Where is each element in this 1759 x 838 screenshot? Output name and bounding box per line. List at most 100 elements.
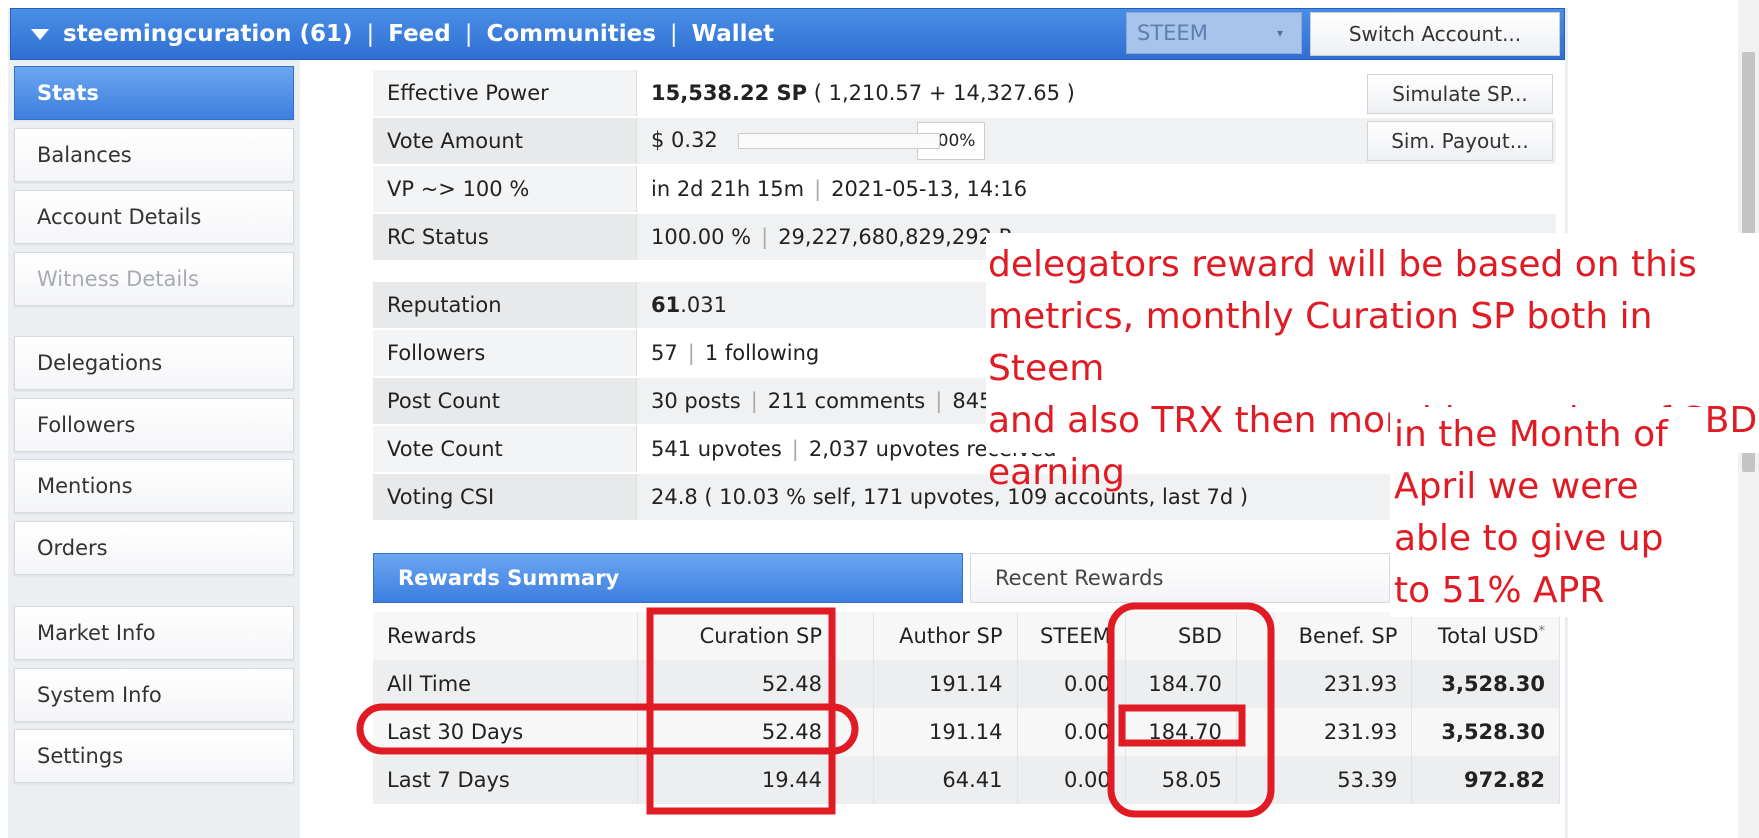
value-separator: | <box>687 341 695 365</box>
stat-value: 61.031 <box>637 293 727 317</box>
chevron-down-icon: ▾ <box>1276 26 1283 40</box>
cell-benef-sp: 53.39 <box>1273 756 1413 804</box>
vp-date: 2021-05-13, 14:16 <box>831 177 1028 201</box>
row-label: Last 30 Days <box>373 708 638 756</box>
stat-label: VP ~> 100 % <box>373 166 637 212</box>
sidebar-item-market-info[interactable]: Market Info <box>14 606 294 660</box>
annotation-line: able to give up <box>1394 518 1664 559</box>
col-curation-sp: Curation SP <box>637 612 837 660</box>
col-steem: STEEM <box>1017 612 1126 660</box>
nav-separator: | <box>464 21 473 47</box>
stat-label: Post Count <box>373 378 637 424</box>
cell-spacer <box>836 708 874 756</box>
sidebar-item-stats[interactable]: Stats <box>14 66 294 120</box>
sidebar-item-mentions[interactable]: Mentions <box>14 459 294 513</box>
chain-select-value: STEEM <box>1137 21 1208 45</box>
sidebar-item-orders[interactable]: Orders <box>14 521 294 575</box>
sidebar-item-balances[interactable]: Balances <box>14 128 294 182</box>
tab-recent-rewards[interactable]: Recent Rewards <box>970 553 1390 603</box>
cell-author-sp: 64.41 <box>873 756 1018 804</box>
cell-spacer <box>836 756 874 804</box>
col-total-usd: Total USD* <box>1411 612 1560 660</box>
cell-benef-sp: 231.93 <box>1273 660 1413 708</box>
cell-total-usd: 972.82 <box>1411 756 1560 804</box>
sidebar-item-settings[interactable]: Settings <box>14 729 294 783</box>
cell-benef-sp: 231.93 <box>1273 708 1413 756</box>
stat-row-vp: VP ~> 100 % in 2d 21h 15m | 2021-05-13, 14… <box>373 166 1556 212</box>
cell-curation-sp: 19.44 <box>637 756 837 804</box>
nav-separator: | <box>669 21 678 47</box>
sidebar-item-delegations[interactable]: Delegations <box>14 336 294 390</box>
following-count: 1 following <box>704 341 820 365</box>
row-label: Last 7 Days <box>373 756 638 804</box>
row-label: All Time <box>373 660 638 708</box>
nav-separator: | <box>366 21 375 47</box>
chain-select[interactable]: STEEM ▾ <box>1126 12 1302 54</box>
col-total-usd-label: Total USD <box>1437 624 1539 648</box>
value-separator: | <box>750 389 758 413</box>
sidebar-item-followers[interactable]: Followers <box>14 398 294 452</box>
cell-sbd: 184.70 <box>1125 708 1237 756</box>
col-sbd: SBD <box>1125 612 1237 660</box>
vote-weight-slider[interactable] <box>738 133 941 149</box>
account-name-link[interactable]: steemingcuration (61) <box>63 21 353 47</box>
cell-spacer <box>836 660 874 708</box>
sim-payout-button[interactable]: Sim. Payout... <box>1367 121 1553 161</box>
tab-rewards-summary[interactable]: Rewards Summary <box>373 553 963 603</box>
footnote-marker: * <box>1538 624 1546 639</box>
rc-amount: 29,227,680,829,292 R <box>778 225 1014 249</box>
collapse-triangle-icon[interactable] <box>31 28 49 40</box>
stat-value: in 2d 21h 15m | 2021-05-13, 14:16 <box>637 177 1027 201</box>
nav-communities-link[interactable]: Communities <box>487 21 656 47</box>
col-spacer <box>1236 612 1274 660</box>
cell-author-sp: 191.14 <box>873 660 1018 708</box>
cell-steem: 0.00 <box>1017 756 1126 804</box>
cell-spacer <box>1236 660 1274 708</box>
stat-value: 30 posts | 211 comments | 845 <box>637 389 992 413</box>
upvotes-given: 541 upvotes <box>651 437 782 461</box>
stat-label: Vote Amount <box>373 118 637 164</box>
sidebar-item-account-details[interactable]: Account Details <box>14 190 294 244</box>
value-separator: | <box>761 225 769 249</box>
stat-value: 100.00 % | 29,227,680,829,292 R <box>637 225 1013 249</box>
value-separator: | <box>935 389 943 413</box>
nav-feed-link[interactable]: Feed <box>388 21 450 47</box>
annotation-line: April we were <box>1394 466 1639 507</box>
col-author-sp: Author SP <box>873 612 1018 660</box>
top-nav-bar: steemingcuration (61) | Feed | Communiti… <box>10 8 1565 60</box>
switch-account-button[interactable]: Switch Account... <box>1310 12 1560 56</box>
cell-sbd: 58.05 <box>1125 756 1237 804</box>
annotation-line: to 51% APR <box>1394 570 1605 611</box>
table-row: Last 30 Days 52.48 191.14 0.00 184.70 23… <box>373 708 1560 756</box>
cell-spacer <box>1236 708 1274 756</box>
cell-author-sp: 191.14 <box>873 708 1018 756</box>
vote-amount-value: $ 0.32 <box>651 128 718 152</box>
table-row: Last 7 Days 19.44 64.41 0.00 58.05 53.39… <box>373 756 1560 804</box>
followers-count: 57 <box>651 341 678 365</box>
col-spacer <box>836 612 874 660</box>
simulate-sp-button[interactable]: Simulate SP... <box>1367 74 1553 114</box>
stat-value: 57 | 1 following <box>637 341 819 365</box>
effective-power-detail: ( 1,210.57 + 14,327.65 ) <box>813 81 1075 105</box>
effective-power-value: 15,538.22 SP <box>651 81 808 105</box>
stat-label: Effective Power <box>373 70 637 116</box>
stat-label: Reputation <box>373 282 637 328</box>
table-row: All Time 52.48 191.14 0.00 184.70 231.93… <box>373 660 1560 708</box>
cell-spacer <box>1236 756 1274 804</box>
sidebar-item-system-info[interactable]: System Info <box>14 668 294 722</box>
rewards-table: Rewards Curation SP Author SP STEEM SBD … <box>373 612 1560 804</box>
value-separator: | <box>814 177 822 201</box>
comments-count: 211 comments <box>767 389 926 413</box>
reputation-whole: 61 <box>651 293 681 317</box>
cell-total-usd: 3,528.30 <box>1411 660 1560 708</box>
cell-total-usd: 3,528.30 <box>1411 708 1560 756</box>
stat-label: Vote Count <box>373 426 637 472</box>
nav-wallet-link[interactable]: Wallet <box>692 21 774 47</box>
stat-label: Followers <box>373 330 637 376</box>
nav-links: steemingcuration (61) | Feed | Communiti… <box>31 19 774 49</box>
value-separator: | <box>791 437 799 461</box>
cell-steem: 0.00 <box>1017 660 1126 708</box>
annotation-line: delegators reward will be based on this <box>988 244 1697 285</box>
annotation-line: in the Month of <box>1394 414 1668 455</box>
stat-value: $ 0.32 100% <box>637 122 986 160</box>
